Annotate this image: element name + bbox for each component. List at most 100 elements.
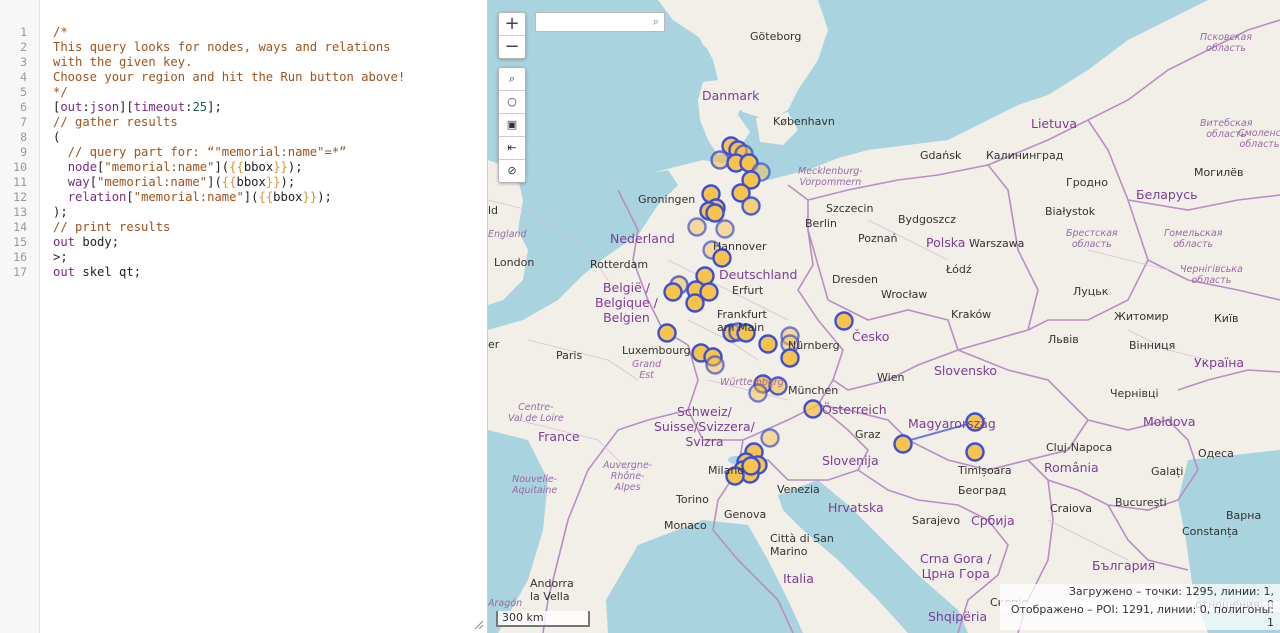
memorial-marker[interactable] — [893, 434, 913, 454]
code-token: ]( — [243, 190, 259, 204]
code-line[interactable]: */ — [53, 85, 68, 100]
map-search-input[interactable] — [536, 15, 652, 34]
memorial-marker[interactable] — [705, 355, 725, 375]
map-label-bydgoszcz: Bydgoszcz — [898, 213, 957, 226]
code-line[interactable]: /* — [53, 25, 68, 40]
search-location-icon[interactable]: ⌕ — [499, 68, 525, 90]
code-line[interactable]: out skel qt; — [53, 265, 141, 280]
line-number: 2 — [20, 40, 27, 54]
code-token: [ — [126, 190, 134, 204]
map-label-groningen: Groningen — [638, 193, 696, 206]
memorial-marker[interactable] — [705, 203, 725, 223]
code-line[interactable]: ( — [53, 130, 60, 145]
map-label-france: France — [538, 429, 580, 444]
map-label-milano: Milano — [708, 464, 745, 477]
line-number-gutter: 1 2 3 4 5 6 7 8 9 10 11 12 13 14 15 16 17 — [0, 0, 40, 633]
memorial-marker[interactable] — [965, 442, 985, 462]
code-token: ]; — [207, 100, 222, 114]
fit-data-icon[interactable]: ▣ — [499, 113, 525, 136]
code-token: }} — [265, 175, 281, 189]
clear-data-icon[interactable]: ⊘ — [499, 159, 525, 182]
map-label-auvergne: Auvergne- Rhône- Alpes — [603, 460, 653, 493]
map-label-szczecin: Szczecin — [826, 202, 874, 215]
map-label-poznan: Poznań — [858, 232, 898, 245]
code-line[interactable]: with the given key. — [53, 55, 192, 70]
code-token: [ — [89, 175, 98, 189]
code-line[interactable]: >; — [53, 250, 68, 265]
code-line[interactable]: [out:json][timeout:25]; — [53, 100, 222, 115]
map-label-osterreich: Österreich — [822, 402, 887, 417]
memorial-marker[interactable] — [760, 428, 780, 448]
map-label-nederland: Nederland — [610, 231, 675, 246]
map-label-mogilev: Могилёв — [1194, 166, 1244, 179]
line-number: 3 — [20, 55, 27, 69]
code-line[interactable]: // gather results — [53, 115, 178, 130]
code-token: out — [53, 265, 76, 279]
map-label-danmark: Danmark — [702, 88, 760, 103]
memorial-marker[interactable] — [741, 196, 761, 216]
memorial-marker[interactable] — [685, 293, 705, 313]
code-line[interactable]: relation["memorial:name"]({{bbox}}); — [53, 190, 332, 205]
line-number: 1 — [20, 25, 27, 39]
zoom-in-button[interactable]: + — [499, 13, 525, 35]
map-label-chernivtsi: Чернівці — [1110, 387, 1159, 400]
code-line[interactable]: Choose your region and hit the Run butto… — [53, 70, 405, 85]
map-label-luxembourg: Luxembourg — [622, 344, 691, 357]
code-token: ]( — [207, 175, 222, 189]
memorial-marker[interactable] — [687, 217, 707, 237]
zoom-out-button[interactable]: − — [499, 35, 525, 58]
map-label-wien: Wien — [877, 371, 905, 384]
map-label-hannover: Hannover — [713, 240, 767, 253]
code-line[interactable]: // print results — [53, 220, 170, 235]
query-editor[interactable]: 1 2 3 4 5 6 7 8 9 10 11 12 13 14 15 16 17 /* This query l… — [0, 0, 488, 633]
map-label-gomel: Гомельская область — [1164, 228, 1223, 250]
memorial-marker[interactable] — [663, 282, 683, 302]
map-label-wroclaw: Wrocław — [881, 288, 928, 301]
memorial-marker[interactable] — [710, 150, 730, 170]
code-token: >; — [53, 250, 68, 264]
resize-grip-icon[interactable] — [473, 619, 483, 629]
code-token: // query part for: “"memorial:name"=*” — [53, 145, 347, 159]
code-token: }} — [302, 190, 318, 204]
map-label-polska: Polska — [926, 235, 966, 250]
code-line[interactable]: way["memorial:name"]({{bbox}}); — [53, 175, 296, 190]
map-label-kobenhavn: København — [773, 115, 835, 128]
memorial-marker[interactable] — [715, 219, 735, 239]
search-icon[interactable]: ⌕ — [653, 15, 659, 29]
memorial-marker[interactable] — [780, 348, 800, 368]
code-token: node — [67, 160, 98, 174]
map-label-varna: Варна — [1226, 509, 1262, 522]
memorial-marker[interactable] — [834, 311, 854, 331]
code-token: */ — [53, 85, 68, 99]
code-line[interactable]: node["memorial:name"]({{bbox}}); — [53, 160, 303, 175]
map-label-odesa: Одеса — [1198, 447, 1234, 460]
map-label-mecklenburg: Mecklenburg- Vorpommern — [798, 166, 863, 188]
line-number: 8 — [20, 130, 27, 144]
code-line[interactable]: // query part for: “"memorial:name"=*” — [53, 145, 347, 160]
map-view[interactable]: Göteborg Danmark København Gdańsk Калинингра… — [488, 0, 1280, 633]
map-label-valdeloire: Centre- Val de Loire — [508, 402, 564, 424]
code-line[interactable]: out body; — [53, 235, 119, 250]
map-label-bialystok: Białystok — [1045, 205, 1096, 218]
memorial-marker[interactable] — [758, 334, 778, 354]
memorial-marker[interactable] — [803, 399, 823, 419]
map-label-lietuva: Lietuva — [1031, 116, 1078, 131]
map-label-cesko: Česko — [852, 329, 890, 344]
code-token: This query looks for nodes, ways and rel… — [53, 40, 391, 54]
code-line[interactable]: This query looks for nodes, ways and rel… — [53, 40, 391, 55]
memorial-marker[interactable] — [657, 323, 677, 343]
map-label-grandest: Grand Est — [632, 359, 662, 381]
code-token: ); — [280, 175, 296, 189]
code-token: "memorial:name" — [104, 160, 215, 174]
code-line[interactable]: ); — [53, 205, 68, 220]
my-location-icon[interactable]: ○ — [499, 90, 525, 113]
map-label-chernihiv: Чернігівська область — [1180, 264, 1243, 286]
memorial-marker[interactable] — [741, 456, 761, 476]
line-number: 5 — [20, 85, 27, 99]
map-label-grodno: Гродно — [1066, 176, 1108, 189]
toggle-fullscreen-icon[interactable]: ⇤ — [499, 136, 525, 159]
map-label-lutsk: Луцьк — [1073, 285, 1109, 298]
map-label-kyiv: Київ — [1214, 312, 1239, 325]
map-label-sarajevo: Sarajevo — [912, 514, 961, 527]
